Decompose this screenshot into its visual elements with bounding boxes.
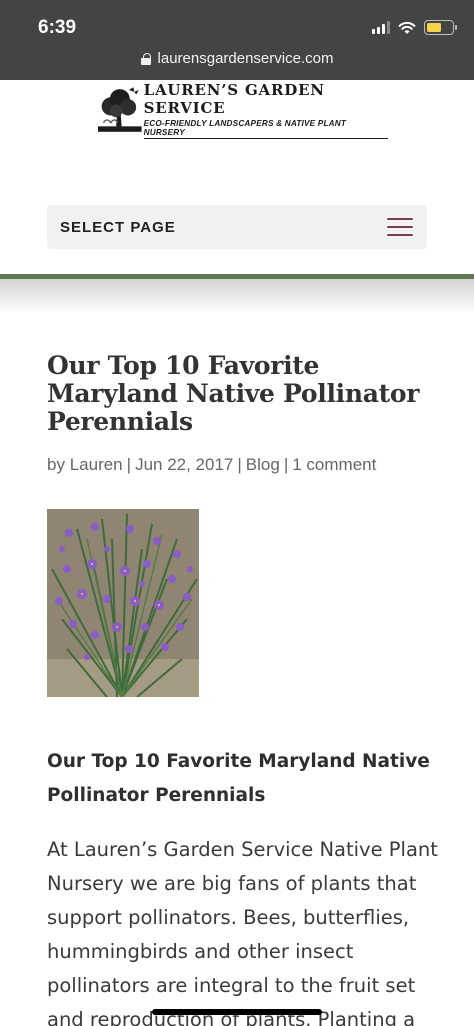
battery-icon xyxy=(424,20,457,35)
post-title: Our Top 10 Favorite Maryland Native Poll… xyxy=(47,351,420,436)
url-text: laurensgardenservice.com xyxy=(157,50,334,67)
post-date: Jun 22, 2017 xyxy=(135,455,234,474)
home-indicator[interactable] xyxy=(152,1009,322,1015)
cellular-signal-icon xyxy=(372,21,390,34)
flower-photo[interactable] xyxy=(47,509,199,697)
wifi-icon xyxy=(398,21,416,34)
menu-label: SELECT PAGE xyxy=(60,218,176,236)
meta-by: by xyxy=(47,455,65,474)
category-link[interactable]: Blog xyxy=(246,455,280,474)
select-page-menu[interactable]: SELECT PAGE xyxy=(47,205,427,249)
purple-flowers-image xyxy=(47,509,199,697)
logo-title: LAUREN’S GARDEN SERVICE xyxy=(143,81,325,117)
browser-chrome: 6:39 laurensgardenservice.com xyxy=(0,0,474,80)
status-icons xyxy=(372,20,457,35)
comments-link[interactable]: 1 comment xyxy=(292,455,376,474)
site-logo[interactable]: LAUREN’S GARDEN SERVICE ECO-FRIENDLY LAN… xyxy=(98,81,388,139)
status-time: 6:39 xyxy=(38,17,77,38)
logo-subtitle: ECO-FRIENDLY LANDSCAPERS & NATIVE PLANT … xyxy=(143,119,388,139)
hamburger-menu-icon[interactable] xyxy=(387,218,413,236)
article-subheading: Our Top 10 Favorite Maryland Native Poll… xyxy=(47,751,430,806)
author-link[interactable]: Lauren xyxy=(70,455,123,474)
address-bar[interactable]: laurensgardenservice.com xyxy=(0,50,474,67)
post-meta: by Lauren | Jun 22, 2017 | Blog | 1 comment xyxy=(47,455,377,474)
header-shadow xyxy=(0,279,474,313)
lock-icon xyxy=(140,52,151,65)
article-body: At Lauren’s Garden Service Native Plant … xyxy=(47,838,438,1026)
tree-butterfly-logo-icon xyxy=(98,87,142,132)
